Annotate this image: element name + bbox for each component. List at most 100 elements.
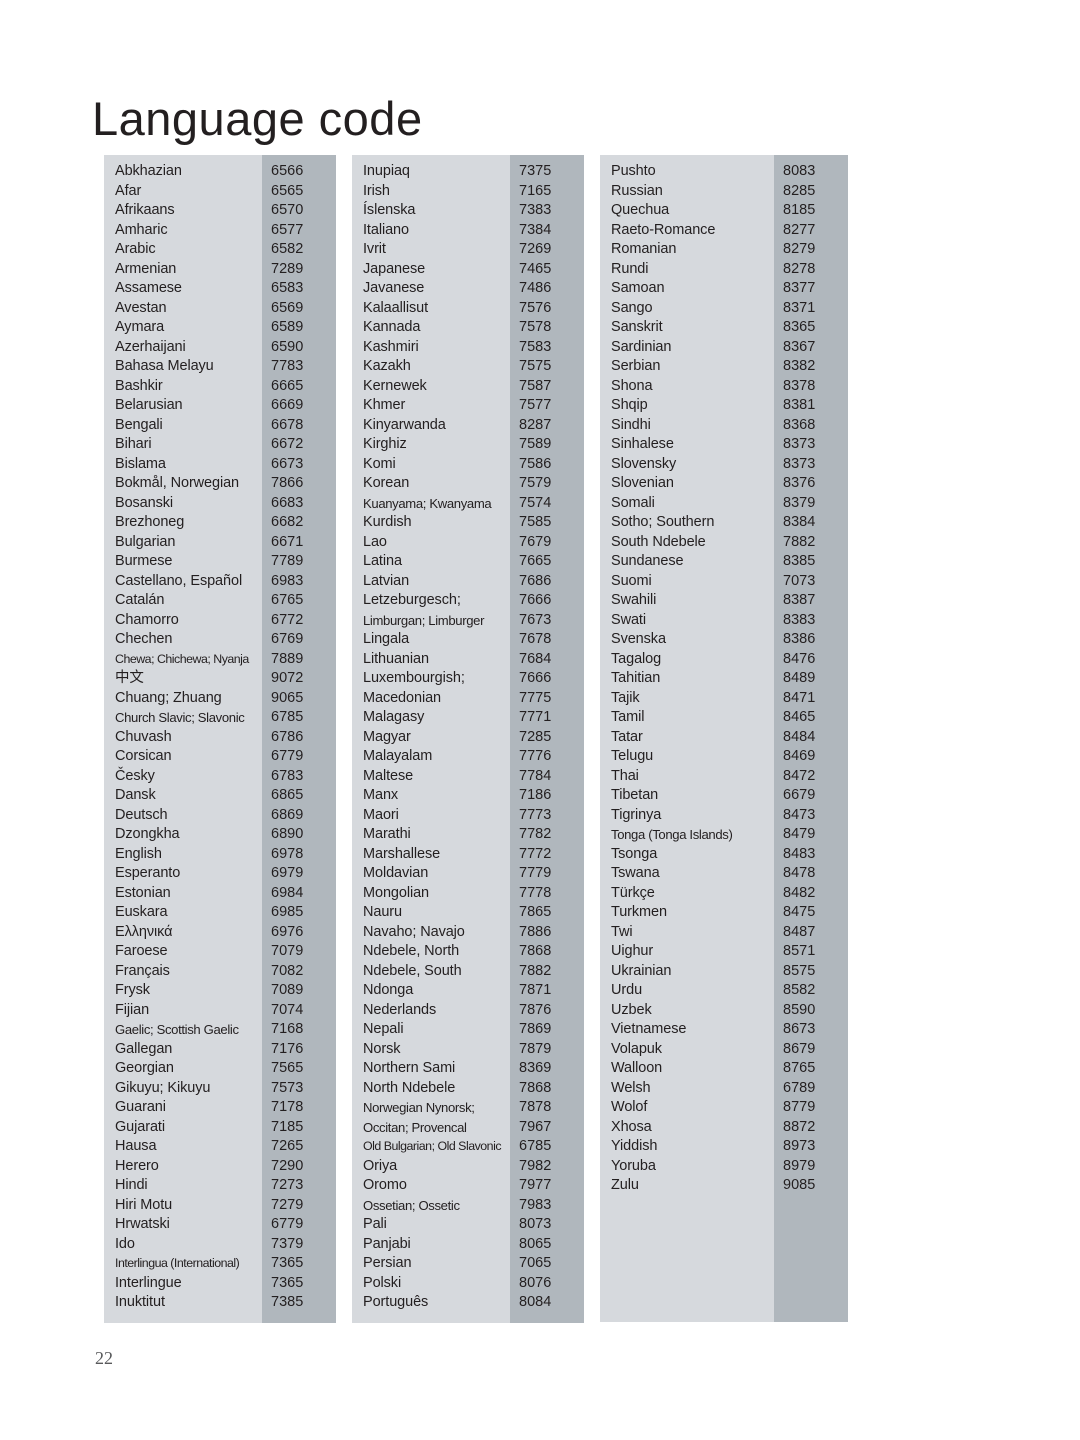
language-name: Xhosa	[611, 1118, 652, 1135]
language-name: Maltese	[363, 767, 414, 784]
language-name: Quechua	[611, 202, 670, 218]
table-row: Turkmen 8475	[600, 903, 848, 923]
language-name: Arabic	[115, 241, 156, 257]
language-code: 8365	[783, 319, 816, 335]
language-code: 8483	[783, 845, 816, 862]
language-code: 7666	[519, 670, 552, 686]
language-name: Latvian	[363, 572, 410, 589]
table-row: Luxembourgish; 7666	[352, 669, 584, 689]
table-row: Maori 7773	[352, 806, 584, 826]
table-row: Italiano 7384	[352, 221, 584, 241]
language-code: 7165	[519, 182, 552, 199]
table-row: Esperanto 6979	[104, 864, 336, 884]
language-code: 8076	[519, 1274, 552, 1291]
language-code: 7678	[519, 631, 552, 647]
table-row: Thai 8472	[600, 767, 848, 787]
language-name: Hausa	[115, 1138, 157, 1154]
table-row: Sotho; Southern 8384	[600, 513, 848, 533]
column-1-rows: Abkhazian 6566 Afar 6565 Afrikaans 6570 Amhari…	[104, 162, 336, 1313]
language-code: 6678	[271, 416, 304, 433]
language-code: 8378	[783, 377, 816, 394]
language-code: 8377	[783, 280, 816, 296]
language-code: 7589	[519, 436, 552, 452]
language-name: Kannada	[363, 319, 421, 335]
language-code: 6569	[271, 299, 304, 316]
table-row: Northern Sami 8369	[352, 1059, 584, 1079]
language-name: Euskara	[115, 904, 168, 920]
table-row: Chewa; Chichewa; Nyanja 7889	[104, 650, 336, 670]
language-column-3: Pushto 8083 Russian 8285 Quechua 8185 Raeto-Ro…	[600, 155, 848, 1323]
language-code: 6683	[271, 494, 304, 511]
language-name: Sundanese	[611, 553, 684, 569]
language-name: Interlingue	[115, 1274, 182, 1291]
table-row: Shona 8378	[600, 377, 848, 397]
table-row: Chuang; Zhuang 9065	[104, 689, 336, 709]
table-row: Ivrit 7269	[352, 240, 584, 260]
language-code: 7784	[519, 767, 552, 784]
language-code: 6979	[271, 865, 304, 881]
language-name: Guarani	[115, 1099, 166, 1115]
language-name: Somali	[611, 494, 655, 511]
table-row: English 6978	[104, 845, 336, 865]
language-name: Bahasa Melayu	[115, 358, 214, 374]
table-row: Swati 8383	[600, 611, 848, 631]
language-code: 6570	[271, 202, 304, 218]
table-row: Komi 7586	[352, 455, 584, 475]
language-code: 8979	[783, 1157, 816, 1174]
language-code: 6671	[271, 533, 304, 550]
language-code: 8582	[783, 982, 816, 998]
table-row: Kashmiri 7583	[352, 338, 584, 358]
language-name: Malayalam	[363, 748, 433, 764]
table-row: Korean 7579	[352, 474, 584, 494]
language-name: Bulgarian	[115, 533, 176, 550]
language-name: Volapuk	[611, 1040, 662, 1057]
table-row: Tamil 8465	[600, 708, 848, 728]
language-code: 6976	[271, 923, 304, 940]
language-code-page: Language code Abkhazian 6566 Afar 6565 Afrik…	[0, 0, 1080, 1440]
language-name: Shqip	[611, 397, 648, 413]
table-row: Kernewek 7587	[352, 377, 584, 397]
language-code: 7776	[519, 748, 552, 764]
table-row: Kannada 7578	[352, 318, 584, 338]
table-row: Javanese 7486	[352, 279, 584, 299]
language-code: 8385	[783, 553, 816, 569]
table-row: Lingala 7678	[352, 630, 584, 650]
language-name: Oromo	[363, 1177, 407, 1193]
table-row: Xhosa 8872	[600, 1118, 848, 1138]
language-name: Magyar	[363, 728, 411, 745]
language-name: Armenian	[115, 260, 177, 277]
language-code: 8384	[783, 514, 816, 530]
table-row: Castellano, Español 6983	[104, 572, 336, 592]
language-name: Kirghiz	[363, 436, 407, 452]
table-row: Polski 8076	[352, 1274, 584, 1294]
language-name: North Ndebele	[363, 1079, 456, 1096]
language-code: 8083	[783, 163, 816, 179]
table-row: Persian 7065	[352, 1254, 584, 1274]
language-code: 7279	[271, 1196, 304, 1213]
language-name: Assamese	[115, 280, 182, 296]
language-code: 7773	[519, 806, 552, 823]
language-name: Ndebele, North	[363, 943, 460, 959]
table-row: Vietnamese 8673	[600, 1020, 848, 1040]
table-row: Afar 6565	[104, 182, 336, 202]
language-code: 7579	[519, 475, 552, 491]
language-name: Turkmen	[611, 904, 667, 920]
language-code: 8285	[783, 182, 816, 199]
language-name: Navaho; Navajo	[363, 923, 465, 940]
table-row: Walloon 8765	[600, 1059, 848, 1079]
language-name: Marshallese	[363, 845, 441, 862]
table-row: Deutsch 6869	[104, 806, 336, 826]
table-row: Yiddish 8973	[600, 1137, 848, 1157]
language-code: 6765	[271, 592, 304, 608]
table-row: Mongolian 7778	[352, 884, 584, 904]
language-name: Français	[115, 962, 170, 979]
language-name: Yiddish	[611, 1138, 658, 1154]
language-code: 7886	[519, 923, 552, 940]
language-code: 6779	[271, 1216, 304, 1232]
language-code: 8383	[783, 611, 816, 628]
table-row: Marathi 7782	[352, 825, 584, 845]
language-code: 7486	[519, 280, 552, 296]
language-code: 8376	[783, 475, 816, 491]
language-name: Nederlands	[363, 1001, 437, 1018]
language-code: 7073	[783, 572, 816, 589]
